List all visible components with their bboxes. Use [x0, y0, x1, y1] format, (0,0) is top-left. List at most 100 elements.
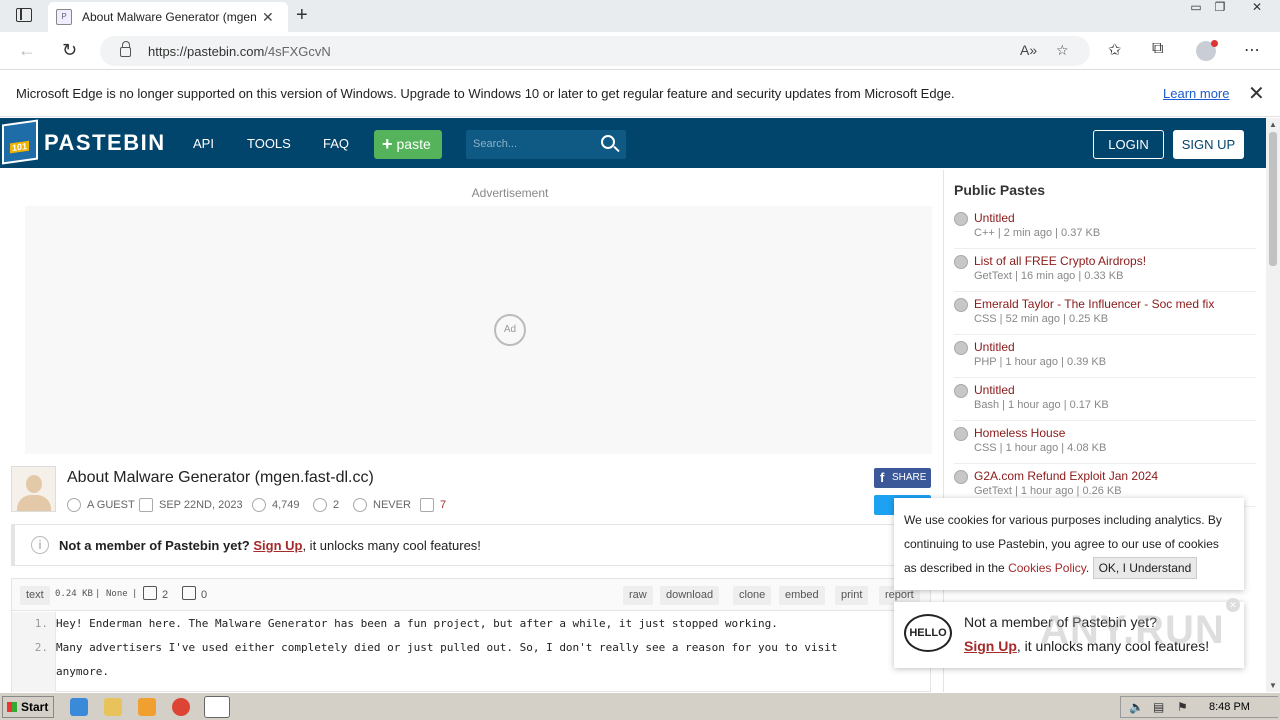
public-paste-item[interactable]: Homeless House CSS | 1 hour ago | 4.08 KB [954, 421, 1256, 464]
infobar-message: Microsoft Edge is no longer supported on… [16, 86, 955, 101]
meta-stars: 2 [313, 498, 339, 512]
info-icon: i [31, 536, 49, 554]
like-button[interactable]: 2 [143, 586, 168, 605]
learn-more-link[interactable]: Learn more [1163, 86, 1229, 101]
page-viewport: PASTEBIN API TOOLS FAQ +paste Search... … [0, 118, 1266, 692]
notice-text: Not a member of Pastebin yet? Sign Up, i… [59, 538, 481, 553]
profile-avatar-icon[interactable] [1196, 40, 1218, 61]
public-paste-item[interactable]: List of all FREE Crypto Airdrops! GetText… [954, 249, 1256, 292]
paste-category: None [106, 589, 128, 599]
favorites-icon[interactable]: ✩ [1108, 40, 1121, 60]
read-aloud-icon[interactable]: A» [1020, 42, 1037, 58]
scroll-up-icon[interactable]: ▲ [1269, 120, 1277, 129]
meta-author[interactable]: A GUEST [67, 498, 135, 512]
public-paste-item[interactable]: Untitled PHP | 1 hour ago | 0.39 KB [954, 335, 1256, 378]
paste-size: 0.24 KB [55, 589, 93, 599]
clone-button[interactable]: clone [733, 586, 772, 605]
public-paste-item[interactable]: Untitled C++ | 2 min ago | 0.37 KB [954, 206, 1256, 249]
flag-icon[interactable]: ⚑ [1177, 700, 1188, 714]
pastebin-logo-icon[interactable] [2, 119, 38, 165]
explorer-icon[interactable] [104, 698, 122, 716]
raw-button[interactable]: raw [623, 586, 653, 605]
globe-icon [954, 298, 968, 312]
chrome-icon[interactable] [172, 698, 190, 716]
public-paste-item[interactable]: Emerald Taylor - The Influencer - Soc me… [954, 292, 1256, 335]
more-menu-icon[interactable]: ⋯ [1244, 40, 1260, 60]
globe-icon [954, 212, 968, 226]
nav-tools[interactable]: TOOLS [247, 136, 291, 151]
search-icon[interactable] [601, 135, 615, 149]
cookie-text: We use cookies for various purposes incl… [904, 508, 1234, 580]
hello-bubble-icon: HELLO [904, 614, 952, 652]
ad-slot[interactable]: Ad [25, 206, 932, 454]
advertisement-label: Advertisement [471, 186, 549, 200]
infobar-close-icon[interactable]: ✕ [1248, 81, 1265, 106]
meta-date: SEP 22ND, 2023 [139, 498, 243, 512]
browser-tab-active[interactable]: P About Malware Generator (mgen.fast-dl.… [48, 2, 288, 32]
system-tray: 🔈 ▤ ⚑ 8:48 PM [1120, 696, 1278, 718]
volume-icon[interactable]: 🔈 [1129, 700, 1144, 714]
back-icon[interactable]: ← [18, 40, 36, 61]
search-placeholder: Search... [473, 138, 518, 150]
notice-signup-link[interactable]: Sign Up [253, 538, 302, 553]
edge-unsupported-infobar: Microsoft Edge is no longer supported on… [0, 71, 1280, 117]
public-paste-item[interactable]: Untitled Bash | 1 hour ago | 0.17 KB [954, 378, 1256, 421]
page-scrollbar[interactable]: ▲ ▼ [1266, 118, 1280, 692]
start-button[interactable]: Start [2, 696, 54, 718]
tab-close-icon[interactable]: ✕ [262, 9, 274, 26]
sidebar-title: Public Pastes [954, 182, 1046, 198]
network-icon[interactable]: ▤ [1153, 700, 1164, 714]
edge-taskbar-button[interactable] [204, 696, 230, 718]
ad-badge: Ad [494, 314, 526, 346]
embed-button[interactable]: embed [779, 586, 825, 605]
cookie-consent-banner: We use cookies for various purposes incl… [894, 498, 1244, 590]
globe-icon [954, 470, 968, 484]
minimize-icon[interactable]: ▭ [1184, 0, 1208, 18]
scroll-thumb[interactable] [1269, 132, 1277, 266]
globe-icon [954, 427, 968, 441]
guest-avatar [11, 466, 56, 512]
media-player-icon[interactable] [138, 698, 156, 716]
meta-comments[interactable]: 7 [420, 498, 446, 512]
add-favorite-icon[interactable]: ☆ [1056, 42, 1069, 59]
download-button[interactable]: download [660, 586, 720, 605]
collections-icon[interactable]: ⧉ [1152, 40, 1163, 58]
globe-icon [954, 384, 968, 398]
tab-title: About Malware Generator (mgen.fast-dl.cc… [82, 10, 256, 24]
code-line: 2. Many advertisers I've used either comp… [34, 641, 838, 654]
anyrun-watermark: ANY.RUN [1040, 608, 1225, 652]
new-paste-button[interactable]: + paste [374, 130, 442, 159]
restore-icon[interactable]: ❐ [1208, 0, 1232, 18]
paste-title: About Malware Generator (mgen.fast-dl.cc… [67, 469, 374, 486]
popup-signup-link[interactable]: Sign Up [964, 638, 1017, 654]
syntax-badge[interactable]: text [20, 586, 50, 605]
print-button[interactable]: print [835, 586, 869, 605]
refresh-icon[interactable]: ↻ [62, 40, 77, 61]
url-field[interactable]: https://pastebin.com/4sFXGcvN A» ☆ [100, 36, 1090, 66]
dislike-button[interactable]: 0 [182, 586, 207, 605]
window-close-icon[interactable]: ✕ [1240, 0, 1274, 18]
site-logo-text[interactable]: PASTEBIN [44, 130, 166, 156]
popup-close-icon[interactable]: ✕ [1226, 598, 1240, 612]
paste-divider: | [95, 589, 101, 599]
login-button[interactable]: LOGIN [1093, 130, 1164, 159]
meta-views: 4,749 [252, 498, 300, 512]
nav-api[interactable]: API [193, 136, 214, 151]
new-tab-icon[interactable]: + [296, 4, 308, 27]
cookies-policy-link[interactable]: Cookies Policy [1008, 561, 1086, 575]
comment-icon [420, 498, 434, 512]
code-line: 1. Hey! Enderman here. The Malware Genera… [34, 617, 778, 630]
cookie-ok-button[interactable]: OK, I Understand [1092, 557, 1198, 579]
nav-faq[interactable]: FAQ [323, 136, 349, 151]
ie-icon[interactable] [70, 698, 88, 716]
signup-button[interactable]: SIGN UP [1173, 130, 1244, 159]
facebook-share-button[interactable]: SHARE [874, 468, 931, 488]
address-bar-row: ← ↻ https://pastebin.com/4sFXGcvN A» ☆ ✩… [0, 32, 1280, 70]
tab-actions-icon[interactable] [16, 8, 32, 22]
scroll-down-icon[interactable]: ▼ [1269, 681, 1277, 690]
url-text: https://pastebin.com/4sFXGcvN [148, 44, 331, 59]
site-search-input[interactable]: Search... [466, 130, 626, 159]
signup-notice: i Not a member of Pastebin yet? Sign Up,… [11, 524, 931, 566]
paste-code-box: text 0.24 KB | None | 2 0 raw download c… [11, 578, 931, 692]
plus-icon: + [382, 134, 393, 154]
